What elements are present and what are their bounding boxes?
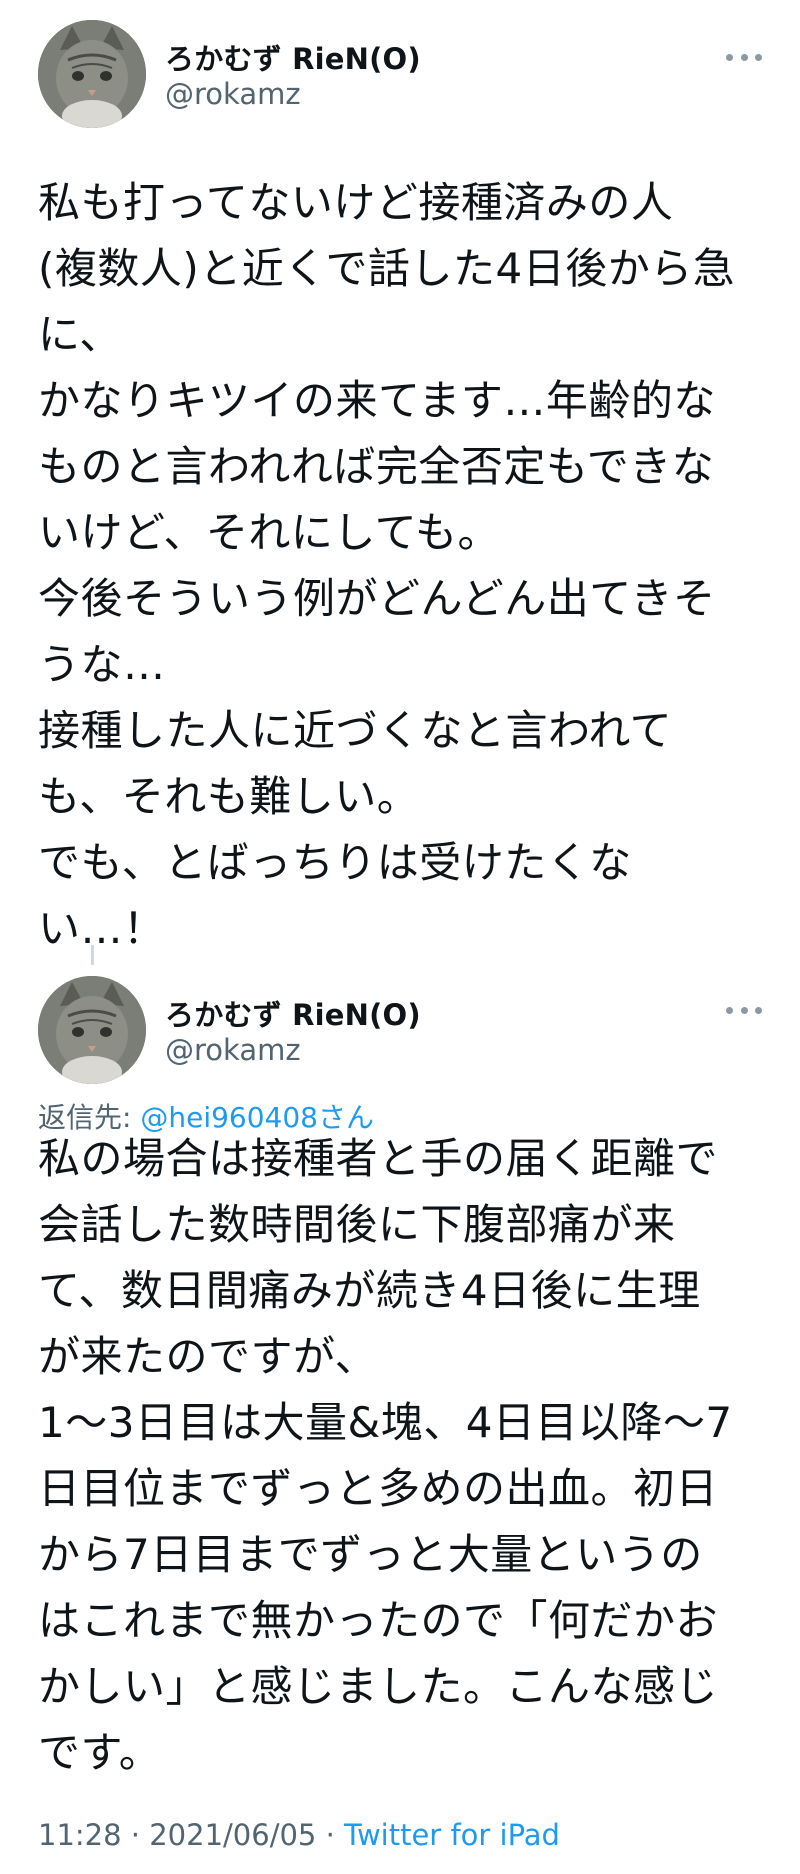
tweet-thread: ろかむず RieN(O) @rokamz 私も打ってないけど接種済みの人 (複数…: [0, 0, 800, 1874]
dot: [726, 53, 733, 61]
author-handle[interactable]: @rokamz: [165, 1033, 301, 1067]
avatar[interactable]: [38, 976, 146, 1084]
tweet-text: 私の場合は接種者と手の届く距離で 会話した数時間後に下腹部痛が来 て、数日間痛み…: [38, 1134, 733, 1777]
tweet-meta: 11:28 · 2021/06/05 · Twitter for iPad: [38, 1818, 560, 1852]
more-horizontal-icon[interactable]: [726, 1005, 762, 1015]
cat-avatar-icon: [38, 976, 146, 1084]
author-name[interactable]: ろかむず RieN(O): [165, 36, 421, 78]
avatar[interactable]: [38, 20, 146, 128]
thread-connector: [91, 945, 94, 965]
author-handle[interactable]: @rokamz: [165, 77, 301, 111]
author-name[interactable]: ろかむず RieN(O): [165, 992, 421, 1034]
tweet-text: 私も打ってないけど接種済みの人 (複数人)と近くで話した4日後から急 に、 かな…: [38, 178, 736, 953]
timestamp[interactable]: 11:28 · 2021/06/05 ·: [38, 1818, 344, 1852]
dot: [740, 53, 748, 61]
cat-avatar-icon: [38, 20, 146, 128]
source-link[interactable]: Twitter for iPad: [344, 1818, 560, 1852]
dot: [755, 1006, 762, 1014]
more-horizontal-icon[interactable]: [726, 52, 762, 62]
dot: [755, 53, 762, 61]
dot: [726, 1006, 733, 1014]
dot: [740, 1006, 748, 1014]
